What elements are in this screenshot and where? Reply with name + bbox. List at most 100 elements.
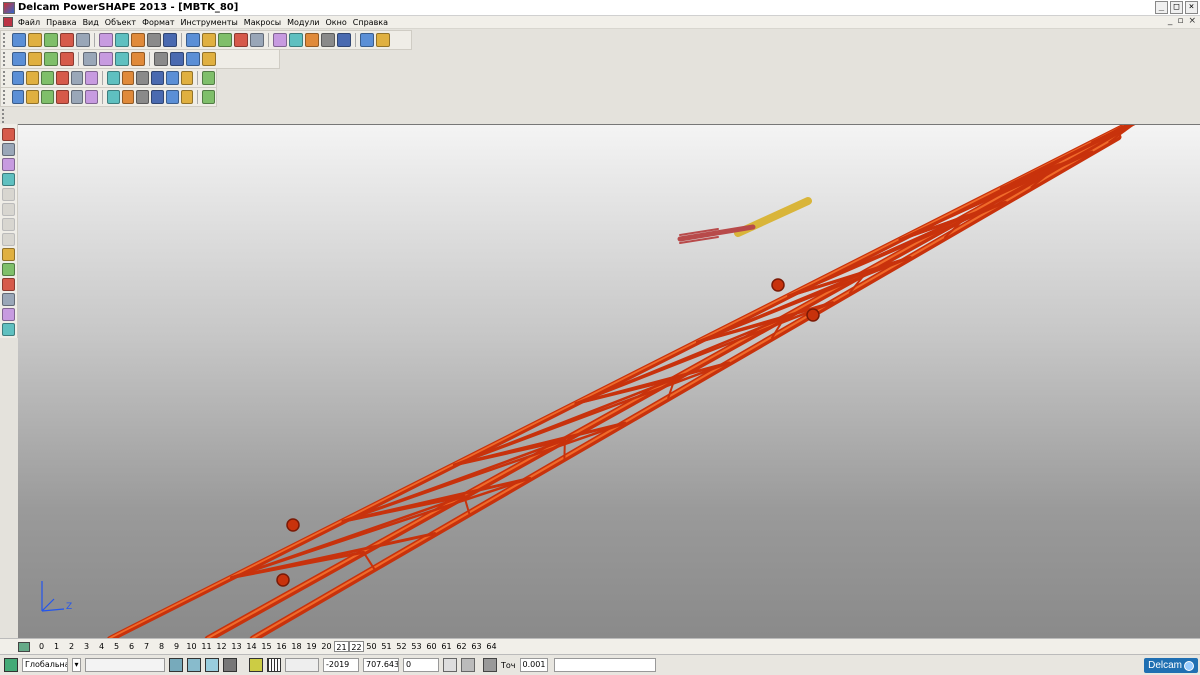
layer-13[interactable]: 13 bbox=[229, 641, 244, 652]
sphere-icon[interactable] bbox=[41, 71, 54, 85]
measure-icon[interactable] bbox=[180, 90, 194, 104]
layer-63[interactable]: 63 bbox=[469, 641, 484, 652]
level-select[interactable] bbox=[85, 658, 165, 672]
close-button[interactable]: × bbox=[1185, 1, 1198, 14]
minimize-button[interactable]: _ bbox=[1155, 1, 1168, 14]
view-top-icon[interactable] bbox=[12, 52, 26, 66]
layer-53[interactable]: 53 bbox=[409, 641, 424, 652]
cut-icon[interactable] bbox=[99, 33, 113, 47]
workplane-dropdown-icon[interactable]: ▾ bbox=[72, 658, 81, 672]
layers-icon[interactable] bbox=[2, 293, 15, 306]
layer-22[interactable]: 22 bbox=[349, 641, 364, 652]
mesh-icon[interactable] bbox=[360, 33, 374, 47]
zoom-in-icon[interactable] bbox=[60, 52, 74, 66]
extrusion-icon[interactable] bbox=[85, 71, 98, 85]
disabled-tool-icon[interactable] bbox=[2, 218, 15, 231]
layer-0[interactable]: 0 bbox=[34, 641, 49, 652]
dimension-icon[interactable] bbox=[2, 278, 15, 291]
lock-icon[interactable] bbox=[223, 658, 237, 672]
menu-view[interactable]: Вид bbox=[80, 18, 102, 27]
layer-61[interactable]: 61 bbox=[439, 641, 454, 652]
open-icon[interactable] bbox=[28, 33, 42, 47]
graphics-viewport[interactable]: Z bbox=[18, 124, 1200, 638]
cube-front-icon[interactable] bbox=[205, 658, 219, 672]
lacing-bottom[interactable] bbox=[362, 551, 376, 570]
lacing-cross[interactable] bbox=[574, 301, 834, 405]
keyboard-icon[interactable] bbox=[461, 658, 475, 672]
toolbar-grip[interactable] bbox=[3, 52, 9, 66]
model-icon[interactable] bbox=[2, 308, 15, 321]
layer-62[interactable]: 62 bbox=[454, 641, 469, 652]
menu-tools[interactable]: Инструменты bbox=[178, 18, 241, 27]
cylinder-icon[interactable] bbox=[26, 71, 40, 85]
wireframe-icon[interactable] bbox=[170, 52, 184, 66]
joint-lug[interactable] bbox=[276, 573, 290, 587]
layer-4[interactable]: 4 bbox=[94, 641, 109, 652]
layer-2[interactable]: 2 bbox=[64, 641, 79, 652]
offset-icon[interactable] bbox=[55, 90, 69, 104]
revolution-icon[interactable] bbox=[106, 71, 120, 85]
layer-14[interactable]: 14 bbox=[244, 641, 259, 652]
layer-5[interactable]: 5 bbox=[109, 641, 124, 652]
menu-window[interactable]: Окно bbox=[323, 18, 350, 27]
toolbar-grip[interactable] bbox=[3, 90, 9, 104]
layer-20[interactable]: 20 bbox=[319, 641, 334, 652]
lacing-cross[interactable] bbox=[453, 361, 730, 467]
doc-restore-button[interactable]: ▫ bbox=[1177, 16, 1183, 26]
transform-icon[interactable] bbox=[26, 90, 40, 104]
layer-12[interactable]: 12 bbox=[214, 641, 229, 652]
layer-8[interactable]: 8 bbox=[154, 641, 169, 652]
tolerance-icon[interactable] bbox=[483, 658, 497, 672]
toolbar-grip[interactable] bbox=[3, 71, 9, 85]
block-icon[interactable] bbox=[11, 71, 25, 85]
lacing-cross[interactable] bbox=[898, 150, 1094, 241]
workplane-icon[interactable] bbox=[4, 658, 18, 672]
solid-icon[interactable] bbox=[337, 33, 351, 47]
layer-64[interactable]: 64 bbox=[484, 641, 499, 652]
layer-6[interactable]: 6 bbox=[124, 641, 139, 652]
lacing-cross[interactable] bbox=[787, 201, 1007, 298]
tools-icon[interactable] bbox=[376, 33, 390, 47]
delete-icon[interactable] bbox=[147, 33, 161, 47]
layer-9[interactable]: 9 bbox=[169, 641, 184, 652]
layer-60[interactable]: 60 bbox=[424, 641, 439, 652]
menu-format[interactable]: Формат bbox=[139, 18, 177, 27]
joint-lug[interactable] bbox=[806, 308, 820, 322]
grid-value[interactable] bbox=[285, 658, 319, 672]
boolean-icon[interactable] bbox=[165, 71, 179, 85]
coord-x-field[interactable]: -2019 bbox=[323, 658, 359, 672]
layer-19[interactable]: 19 bbox=[304, 641, 319, 652]
text-icon[interactable] bbox=[305, 33, 319, 47]
lights-icon[interactable] bbox=[202, 52, 216, 66]
lacing-diagonal[interactable] bbox=[574, 361, 731, 405]
arc-icon[interactable] bbox=[273, 33, 287, 47]
mirror-icon[interactable] bbox=[41, 90, 54, 104]
chamfer-icon[interactable] bbox=[151, 71, 164, 85]
layer-10[interactable]: 10 bbox=[184, 641, 199, 652]
joint-lug[interactable] bbox=[286, 518, 300, 532]
menu-help[interactable]: Справка bbox=[350, 18, 391, 27]
workplane-select[interactable]: Глобальна bbox=[22, 658, 68, 672]
pan-icon[interactable] bbox=[115, 52, 129, 66]
layer-21[interactable]: 21 bbox=[334, 641, 349, 652]
layer-11[interactable]: 11 bbox=[199, 641, 214, 652]
lacing-cross[interactable] bbox=[696, 256, 912, 344]
doc-minimize-button[interactable]: _ bbox=[1168, 16, 1173, 26]
copy-icon[interactable] bbox=[115, 33, 129, 47]
shell-icon[interactable] bbox=[180, 71, 194, 85]
layer-1[interactable]: 1 bbox=[49, 641, 64, 652]
cone-icon[interactable] bbox=[55, 71, 69, 85]
point-tool-icon[interactable] bbox=[2, 158, 15, 171]
surface-icon[interactable] bbox=[321, 33, 335, 47]
doc-close-button[interactable]: × bbox=[1188, 16, 1196, 26]
align-icon[interactable] bbox=[106, 90, 120, 104]
workplane-icon[interactable] bbox=[218, 33, 232, 47]
layer-3[interactable]: 3 bbox=[79, 641, 94, 652]
cube-view-icon[interactable] bbox=[169, 658, 183, 672]
line-icon[interactable] bbox=[250, 33, 264, 47]
view-iso-icon[interactable] bbox=[44, 52, 58, 66]
render-icon[interactable] bbox=[186, 52, 200, 66]
torus-icon[interactable] bbox=[70, 71, 84, 85]
layer-16[interactable]: 16 bbox=[274, 641, 289, 652]
calculator-icon[interactable] bbox=[443, 658, 457, 672]
